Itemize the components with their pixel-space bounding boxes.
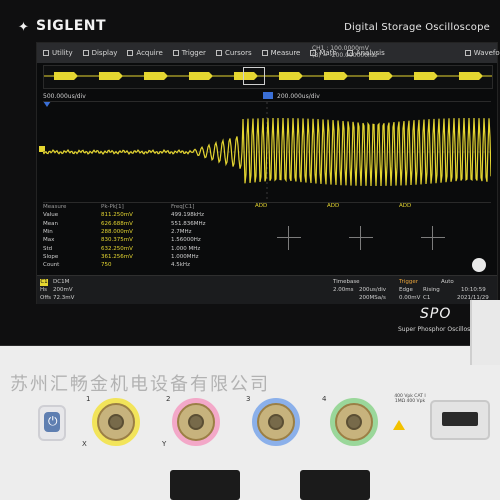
trigger-header[interactable]: Trigger [399, 279, 418, 285]
trigger-icon [172, 50, 179, 56]
menu-item-cursors[interactable]: Cursors [215, 49, 252, 57]
channel2-letter: Y [162, 440, 167, 448]
measurement-row: Min 288.000mV 2.7MHz [43, 229, 192, 236]
channel2-bnc-core-icon [188, 414, 204, 430]
channel2-number: 2 [166, 395, 171, 403]
offset-value: 72.3mV [53, 295, 75, 301]
crosshair-icon [277, 226, 301, 250]
channel3-number: 3 [246, 395, 251, 403]
menu-item-utility[interactable]: Utility [43, 49, 73, 57]
measurement-row: Value 811.250mV 499.198kHz [43, 212, 204, 219]
add-measure-3[interactable]: ADD [399, 203, 411, 209]
add-measure-1[interactable]: ADD [255, 203, 267, 209]
measurement-row: Mean 626.688mV 551.836MHz [43, 220, 206, 227]
zoom-window-box[interactable] [243, 67, 265, 85]
channel1-letter: X [82, 440, 87, 448]
spo-logo: SPO [420, 306, 452, 322]
series-name: Digital Storage Oscilloscope [344, 22, 490, 33]
screen-indicator-icon [472, 258, 486, 272]
status-readout: CH1 : 100.0000mV (B) = -200.000000ms [311, 45, 377, 59]
trigger-level: 0.00mV [399, 295, 421, 301]
device-foot [300, 470, 370, 500]
power-icon: ⏻ [48, 414, 58, 428]
measure-icon [261, 50, 268, 56]
usb-port-icon[interactable] [442, 412, 478, 426]
vdiv-value: 200mV [53, 287, 73, 293]
measurement-row: Count 750 4.5kHz [43, 262, 190, 269]
channel3-bnc-core-icon [268, 414, 284, 430]
brand-name: SIGLENT [36, 18, 107, 34]
cursor-icon [215, 50, 222, 56]
timebase-rate: 200MSa/s [359, 295, 386, 301]
trigger-mode: Auto [441, 279, 454, 285]
zoom-left-label: 500.000us/div [43, 93, 86, 100]
crosshair-icon [349, 226, 373, 250]
bottom-status-bar: C1 DC1M Hs 200mV Offs 72.3mV Timebase 2.… [37, 275, 497, 304]
device-foot [170, 470, 240, 500]
channel1-number: 1 [86, 395, 91, 403]
siglent-logo-icon: ✦ [18, 20, 29, 35]
zoomed-waveform-trace [42, 102, 492, 202]
waveform-overview[interactable] [43, 65, 493, 89]
measurement-header-row: Measure Pk-Pk[1] Freq[C1] [43, 204, 195, 211]
offset-label: Offs [40, 295, 51, 301]
display-icon [82, 50, 89, 56]
voltage-warning-text: 400 Vpk CAT I 1MΩ 400 Vpk [394, 394, 426, 404]
menu-item-acquire[interactable]: Acquire [127, 49, 163, 57]
measurement-row: Std 632.250mV 1.000 MHz [43, 245, 201, 252]
trigger-source: C1 [423, 295, 431, 301]
channel1-bnc-core-icon [108, 414, 124, 430]
menu-item-measure[interactable]: Measure [261, 49, 300, 57]
trigger-type: Edge [399, 287, 413, 293]
warning-icon [393, 420, 405, 430]
measurement-table: Measure Pk-Pk[1] Freq[C1] Value 811.250m… [43, 203, 243, 273]
channel4-bnc-core-icon [346, 414, 362, 430]
top-menu-bar: Utility Display Acquire Trigger Cursors … [37, 43, 500, 63]
overview-waveform [44, 72, 492, 80]
menu-item-waveform[interactable]: Waveform [464, 49, 500, 57]
side-handle [470, 300, 500, 365]
vdiv-label: Hs [40, 287, 48, 293]
trigger-slope: Rising [423, 287, 440, 293]
menu-item-trigger[interactable]: Trigger [172, 49, 206, 57]
menu-item-display[interactable]: Display [82, 49, 117, 57]
acquire-icon [127, 50, 134, 56]
zoom-right-label: 200.000us/div [277, 93, 320, 100]
zoom-tag [263, 92, 273, 99]
crosshair-icon [421, 226, 445, 250]
measurement-row: Max 830.375mV 1.56000Hz [43, 237, 201, 244]
utility-icon [43, 50, 49, 56]
clock-time: 10:10:59 [461, 287, 486, 293]
timebase-header[interactable]: Timebase [333, 279, 360, 285]
channel1-coupling: DC1M [53, 279, 70, 285]
watermark-text: 苏州汇畅金机电设备有限公司 [10, 374, 270, 395]
measurement-row: Slope 361.256mV 1.000MHz [43, 253, 199, 260]
channel4-number: 4 [322, 395, 327, 403]
timebase-scale: 200us/div [359, 287, 386, 293]
waveform-icon [464, 50, 471, 56]
add-measure-2[interactable]: ADD [327, 203, 339, 209]
scope-screen: Utility Display Acquire Trigger Cursors … [36, 42, 500, 304]
timebase-delay: 2.00ms [333, 287, 354, 293]
zoomed-waveform[interactable] [42, 101, 492, 203]
channel1-badge[interactable]: C1 [40, 279, 48, 286]
